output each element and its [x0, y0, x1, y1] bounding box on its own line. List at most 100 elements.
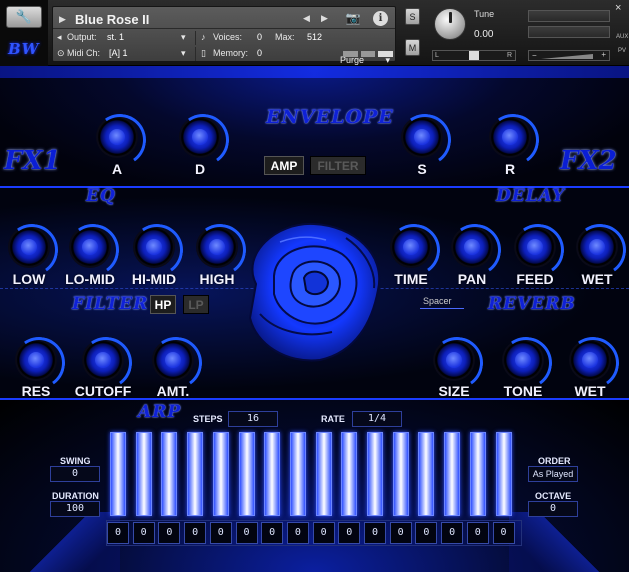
arp-step-bar[interactable]: [367, 432, 383, 516]
decay-label: D: [194, 161, 206, 177]
envelope-title: ENVELOPE: [266, 106, 394, 128]
envelope-panel: ENVELOPE FX1 FX2 A D S R AMP FILTER: [0, 66, 629, 186]
tune-label: Tune: [474, 9, 495, 19]
delay-pan-knob[interactable]: [453, 228, 491, 266]
steps-value[interactable]: 16: [228, 411, 278, 427]
arp-step-bar[interactable]: [444, 432, 461, 516]
arp-step-bar[interactable]: [289, 432, 306, 516]
pv-label[interactable]: PV: [618, 48, 626, 54]
filter-res-knob[interactable]: [17, 341, 55, 379]
duration-value[interactable]: 100: [50, 501, 100, 517]
arp-step-value[interactable]: 0: [492, 522, 515, 544]
arp-step-value[interactable]: 0: [235, 522, 258, 544]
arp-step-bar[interactable]: [161, 432, 178, 516]
hp-toggle[interactable]: HP: [150, 295, 176, 314]
filter-env-toggle[interactable]: FILTER: [310, 156, 366, 175]
arp-step-value[interactable]: 0: [364, 522, 386, 544]
arp-step-bar[interactable]: [187, 432, 204, 516]
voices-value: 0: [257, 32, 263, 42]
arp-step-value[interactable]: 0: [312, 522, 335, 544]
amp-toggle[interactable]: AMP: [264, 156, 304, 175]
arp-step-value[interactable]: 0: [132, 522, 155, 544]
swing-label: SWING: [60, 456, 91, 466]
swing-value[interactable]: 0: [50, 466, 100, 482]
order-value[interactable]: As Played: [528, 466, 578, 482]
filter-cutoff-knob[interactable]: [84, 341, 122, 379]
delay-time-knob[interactable]: [392, 228, 430, 266]
next-instrument-icon[interactable]: ▶: [321, 13, 328, 24]
release-knob[interactable]: [491, 118, 529, 156]
instrument-name[interactable]: Blue Rose II: [75, 12, 149, 27]
arp-step-value[interactable]: 0: [441, 522, 464, 544]
eq-high-knob[interactable]: [198, 228, 236, 266]
decay-knob[interactable]: [181, 118, 219, 156]
pan-handle[interactable]: [469, 51, 479, 60]
arp-step-value[interactable]: 0: [286, 522, 309, 544]
arp-step-value[interactable]: 0: [184, 522, 207, 544]
arp-step-bar[interactable]: [495, 432, 512, 516]
reverb-size-knob[interactable]: [435, 341, 473, 379]
memory-value: 0: [257, 48, 263, 58]
arp-step-value[interactable]: 0: [389, 522, 412, 544]
filter-res-label: RES: [21, 383, 51, 399]
camera-icon[interactable]: 📷: [343, 11, 363, 26]
info-icon[interactable]: i: [373, 11, 388, 26]
midi-channel-value[interactable]: [A] 1: [109, 48, 128, 58]
arp-step-bar[interactable]: [264, 432, 281, 516]
aux-label[interactable]: AUX: [616, 34, 628, 40]
reverb-tone-knob[interactable]: [504, 341, 542, 379]
arp-step-bar[interactable]: [341, 432, 358, 516]
arp-step-value[interactable]: 0: [466, 522, 489, 544]
arp-step-bar[interactable]: [392, 432, 409, 516]
corner-glow-left: [0, 512, 120, 572]
sustain-knob[interactable]: [403, 118, 441, 156]
output-value[interactable]: st. 1: [107, 32, 124, 42]
arp-step-value[interactable]: 0: [107, 522, 129, 544]
mute-button[interactable]: M: [405, 39, 420, 56]
arp-step-bar[interactable]: [469, 432, 486, 516]
arp-step-bar[interactable]: [238, 432, 255, 516]
reverb-wet-knob[interactable]: [571, 341, 609, 379]
volume-slider[interactable]: − +: [528, 50, 610, 61]
arp-step-bar[interactable]: [418, 432, 435, 516]
max-voices-value[interactable]: 512: [307, 32, 322, 42]
eq-hi-mid-knob[interactable]: [135, 228, 173, 266]
arp-step-value[interactable]: 0: [209, 522, 232, 544]
arp-step-bar[interactable]: [110, 432, 126, 516]
eq-title: EQ: [86, 186, 116, 206]
arp-step-value[interactable]: 0: [338, 522, 361, 544]
solo-mute-group: S M: [405, 8, 421, 70]
eq-low-knob[interactable]: [10, 228, 48, 266]
attack-knob[interactable]: [98, 118, 136, 156]
midi-dropdown-icon[interactable]: ▾: [181, 48, 186, 59]
eq-lo-mid-knob[interactable]: [71, 228, 109, 266]
filter-amt-knob[interactable]: [154, 341, 192, 379]
tune-knob[interactable]: [434, 8, 466, 40]
rate-value[interactable]: 1/4: [352, 411, 402, 427]
wrench-button[interactable]: 🔧: [6, 6, 42, 28]
octave-value[interactable]: 0: [528, 501, 578, 517]
volume-fill: [541, 54, 593, 59]
duration-label: DURATION: [52, 491, 99, 501]
delay-wet-knob[interactable]: [578, 228, 616, 266]
solo-button[interactable]: S: [405, 8, 420, 25]
pan-slider[interactable]: L R: [432, 50, 516, 61]
close-icon[interactable]: ×: [615, 2, 621, 14]
output-label: Output:: [67, 32, 97, 42]
prev-instrument-icon[interactable]: ◀: [303, 13, 310, 24]
arp-step-value[interactable]: 0: [415, 522, 438, 544]
arp-step-bar[interactable]: [135, 432, 152, 516]
expand-arrow-icon[interactable]: ▶: [59, 14, 66, 25]
arp-step-value[interactable]: 0: [261, 522, 284, 544]
arp-step-bar[interactable]: [212, 432, 229, 516]
arp-step-value[interactable]: 0: [158, 522, 181, 544]
max-label: Max:: [275, 32, 295, 42]
voices-label: Voices:: [213, 32, 243, 42]
tune-value: 0.00: [474, 29, 494, 40]
arp-step-bar[interactable]: [315, 432, 332, 516]
memory-label: Memory:: [213, 48, 249, 58]
cpu-meter: [343, 51, 394, 57]
output-dropdown-icon[interactable]: ▾: [181, 32, 186, 43]
delay-feed-knob[interactable]: [516, 228, 554, 266]
lp-toggle[interactable]: LP: [183, 295, 209, 314]
